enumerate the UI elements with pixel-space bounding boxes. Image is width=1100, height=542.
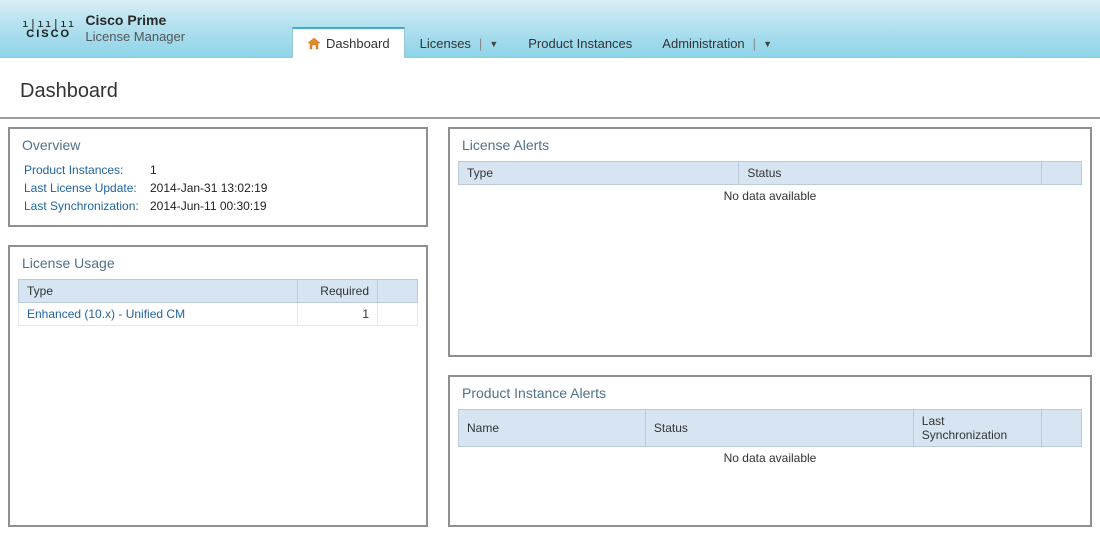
nav-product-instances-label: Product Instances — [528, 36, 632, 51]
overview-last-license-update-value: 2014-Jan-31 13:02:19 — [150, 179, 267, 197]
overview-title: Overview — [18, 135, 418, 161]
overview-last-sync-value: 2014-Jun-11 00:30:19 — [150, 197, 267, 215]
table-row[interactable]: Enhanced (10.x) - Unified CM 1 — [19, 303, 418, 326]
overview-panel: Overview Product Instances: 1 Last Licen… — [8, 127, 428, 227]
license-alerts-panel: License Alerts Type Status No data avail… — [448, 127, 1092, 357]
nav-product-instances[interactable]: Product Instances — [513, 28, 647, 58]
license-alerts-col-stub — [1042, 162, 1082, 185]
usage-row-type[interactable]: Enhanced (10.x) - Unified CM — [19, 303, 298, 326]
overview-body: Product Instances: 1 Last License Update… — [18, 161, 418, 215]
nav-licenses[interactable]: Licenses | ▼ — [405, 28, 514, 58]
usage-col-required[interactable]: Required — [298, 280, 378, 303]
cisco-logo: ı|ıı|ıı CISCO — [22, 18, 75, 40]
usage-row-required: 1 — [298, 303, 378, 326]
license-alerts-col-type[interactable]: Type — [459, 162, 739, 185]
overview-last-sync-label: Last Synchronization: — [24, 197, 144, 215]
overview-row-product-instances: Product Instances: 1 — [24, 161, 418, 179]
pi-alerts-nodata: No data available — [458, 447, 1082, 465]
logo-block: ı|ıı|ıı CISCO Cisco Prime License Manage… — [22, 12, 292, 46]
nav-administration[interactable]: Administration | ▼ — [647, 28, 787, 58]
license-alerts-title: License Alerts — [458, 135, 1082, 161]
pi-alerts-col-status[interactable]: Status — [645, 410, 913, 447]
pi-alerts-table: Name Status Last Synchronization — [458, 409, 1082, 447]
overview-row-last-license-update: Last License Update: 2014-Jan-31 13:02:1… — [24, 179, 418, 197]
content: Overview Product Instances: 1 Last Licen… — [0, 117, 1100, 527]
nav-licenses-label: Licenses — [420, 36, 471, 51]
nav-administration-label: Administration — [662, 36, 744, 51]
brand-sub: License Manager — [85, 29, 185, 45]
chevron-down-icon: ▼ — [489, 39, 498, 49]
chevron-down-icon: ▼ — [763, 39, 772, 49]
license-alerts-col-status[interactable]: Status — [739, 162, 1042, 185]
column-right: License Alerts Type Status No data avail… — [448, 127, 1092, 527]
overview-product-instances-label: Product Instances: — [24, 161, 144, 179]
product-instance-alerts-panel: Product Instance Alerts Name Status Last… — [448, 375, 1092, 527]
overview-product-instances-value: 1 — [150, 161, 157, 179]
license-usage-table: Type Required Enhanced (10.x) - Unified … — [18, 279, 418, 326]
main-nav: Dashboard Licenses | ▼ Product Instances… — [292, 0, 787, 57]
license-usage-panel: License Usage Type Required Enhanced (10… — [8, 245, 428, 527]
pi-alerts-col-stub — [1042, 410, 1082, 447]
overview-row-last-sync: Last Synchronization: 2014-Jun-11 00:30:… — [24, 197, 418, 215]
overview-last-license-update-label: Last License Update: — [24, 179, 144, 197]
separator-icon: | — [753, 36, 756, 51]
pi-alerts-col-name[interactable]: Name — [459, 410, 646, 447]
usage-col-type[interactable]: Type — [19, 280, 298, 303]
license-usage-title: License Usage — [18, 253, 418, 279]
nav-dashboard-label: Dashboard — [326, 36, 390, 51]
brand-main: Cisco Prime — [85, 12, 185, 30]
brand-text: Cisco Prime License Manager — [85, 12, 185, 46]
column-left: Overview Product Instances: 1 Last Licen… — [8, 127, 428, 527]
cisco-logo-text: CISCO — [26, 29, 71, 40]
usage-row-stub — [378, 303, 418, 326]
nav-dashboard[interactable]: Dashboard — [292, 27, 405, 58]
page-title: Dashboard — [0, 58, 1100, 117]
usage-col-stub — [378, 280, 418, 303]
pi-alerts-title: Product Instance Alerts — [458, 383, 1082, 409]
topbar: ı|ıı|ıı CISCO Cisco Prime License Manage… — [0, 0, 1100, 58]
separator-icon: | — [479, 36, 482, 51]
pi-alerts-col-last-sync[interactable]: Last Synchronization — [913, 410, 1041, 447]
license-alerts-table: Type Status — [458, 161, 1082, 185]
cisco-bars-icon: ı|ıı|ıı — [22, 18, 75, 29]
license-alerts-nodata: No data available — [458, 185, 1082, 203]
home-icon — [307, 37, 321, 50]
